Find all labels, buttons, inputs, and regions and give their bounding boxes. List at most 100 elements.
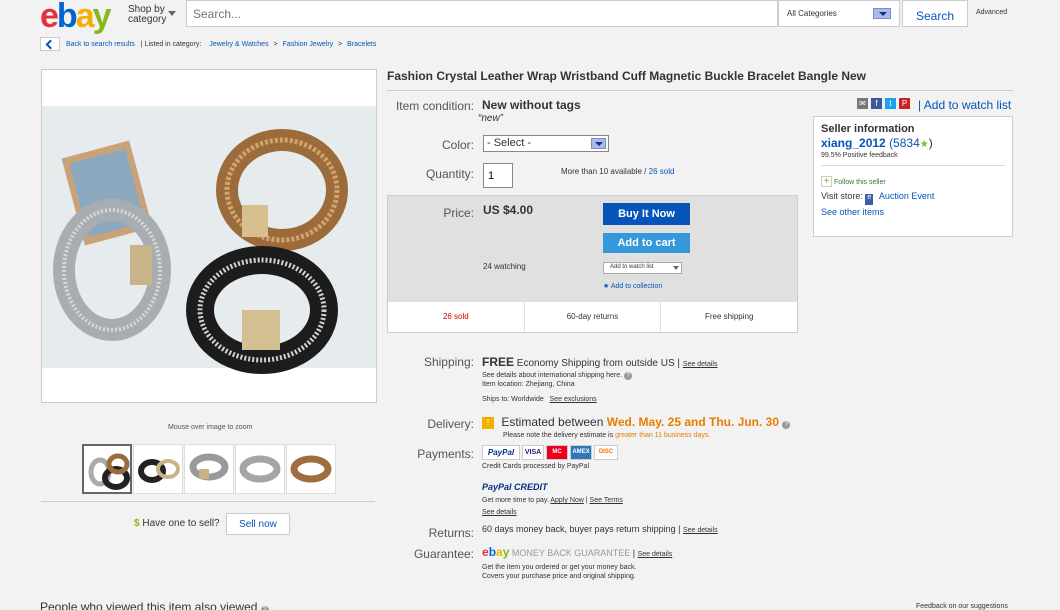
price-value: US $4.00 bbox=[483, 203, 534, 217]
logo-letter-y: y bbox=[502, 545, 510, 559]
seller-feedback: 99.5% Positive feedback bbox=[821, 152, 898, 159]
guarantee-info: ebay MONEY BACK GUARANTEE | See details bbox=[482, 545, 673, 559]
back-arrow-icon[interactable] bbox=[40, 37, 60, 51]
main-product-image[interactable] bbox=[41, 69, 377, 403]
seller-score-link[interactable]: (5834 bbox=[889, 136, 920, 150]
breadcrumb-fashion-jewelry[interactable]: Fashion Jewelry bbox=[283, 41, 334, 48]
logo-letter-b: b bbox=[56, 0, 78, 35]
delivery-dates: Wed. May. 25 and Thu. Jun. 30 bbox=[606, 415, 780, 429]
returns-see-details-link[interactable]: See details bbox=[683, 527, 718, 534]
thumbnail[interactable] bbox=[133, 444, 183, 494]
add-to-collection-link[interactable]: ★ Add to collection bbox=[603, 282, 662, 290]
see-other-items-link[interactable]: See other items bbox=[821, 207, 1005, 217]
add-to-watch-list-dropdown[interactable]: Add to watch list bbox=[603, 262, 682, 274]
feedback-on-suggestions-link[interactable]: Feedback on our suggestions bbox=[916, 603, 1008, 610]
color-select[interactable]: - Select - bbox=[483, 135, 609, 152]
buy-it-now-button[interactable]: Buy It Now bbox=[603, 203, 690, 225]
money-back-guarantee-badge: MONEY BACK GUARANTEE bbox=[511, 548, 631, 558]
visit-store-label: Visit store: bbox=[821, 191, 863, 201]
item-title: Fashion Crystal Leather Wrap Wristband C… bbox=[387, 69, 866, 83]
back-to-results-link[interactable]: Back to search results bbox=[66, 41, 135, 48]
bracelet-thumbnail-image bbox=[290, 455, 332, 483]
stat-returns: 60-day returns bbox=[525, 302, 662, 332]
share-icons: ✉ f t P bbox=[857, 98, 910, 109]
twitter-icon[interactable]: t bbox=[885, 98, 896, 109]
email-icon[interactable]: ✉ bbox=[857, 98, 868, 109]
paypal-credit-logo: PayPal CREDIT bbox=[482, 482, 548, 492]
shipping-label: Shipping: bbox=[423, 355, 474, 369]
returns-info: 60 days money back, buyer pays return sh… bbox=[482, 524, 718, 534]
store-icon: e bbox=[865, 194, 874, 205]
apply-now-link[interactable]: Apply Now bbox=[550, 497, 583, 504]
thumbnail[interactable] bbox=[235, 444, 285, 494]
plus-icon: + bbox=[821, 176, 832, 187]
returns-text: 60 days money back, buyer pays return sh… bbox=[482, 524, 676, 534]
availability-separator: / bbox=[641, 167, 649, 176]
logo-letter-b: b bbox=[488, 545, 497, 559]
search-button[interactable]: Search bbox=[902, 0, 968, 27]
also-viewed-label: People who viewed this item also viewed bbox=[40, 600, 258, 610]
paypal-logo: PayPal bbox=[482, 445, 520, 460]
bracelet-thumbnail-image bbox=[189, 453, 229, 481]
follow-seller-link[interactable]: + Follow this seller bbox=[821, 176, 1005, 187]
available-text: More than 10 available bbox=[561, 167, 642, 176]
logo-letter-y: y bbox=[92, 0, 112, 35]
have-one-to-sell: $ Have one to sell? bbox=[134, 518, 220, 529]
add-to-collection-label: Add to collection bbox=[610, 283, 663, 290]
breadcrumb-separator: > bbox=[273, 40, 278, 48]
advanced-search-link[interactable]: Advanced bbox=[976, 9, 1007, 16]
logo-letter-e: e bbox=[482, 545, 489, 559]
add-to-watch-list-link[interactable]: | Add to watch list bbox=[918, 98, 1011, 112]
add-to-watch-list-label: Add to watch list bbox=[610, 264, 654, 270]
delivery-estimate: ! Estimated between Wed. May. 25 and Thu… bbox=[482, 415, 791, 429]
breadcrumb-jewelry-watches[interactable]: Jewelry & Watches bbox=[209, 41, 268, 48]
store-name-link[interactable]: Auction Event bbox=[879, 191, 935, 201]
ebay-logo[interactable]: ebay bbox=[40, 0, 112, 35]
amex-logo: AMEX bbox=[570, 445, 592, 460]
thumbnail[interactable] bbox=[286, 444, 336, 494]
logo-letter-a: a bbox=[496, 545, 503, 559]
watching-count: 24 watching bbox=[483, 262, 526, 271]
visit-store-row: Visit store: e Auction Event bbox=[821, 191, 1005, 205]
see-terms-link[interactable]: See Terms bbox=[590, 497, 623, 504]
availability: More than 10 available / 26 sold bbox=[561, 167, 674, 176]
listed-in-label: | Listed in category: bbox=[140, 40, 202, 48]
sell-now-button[interactable]: Sell now bbox=[226, 513, 290, 535]
dollar-icon: $ bbox=[134, 518, 140, 529]
chevron-down-icon bbox=[873, 8, 891, 19]
ships-to: Ships to: Worldwide See exclusions bbox=[482, 396, 597, 403]
shipping-see-details-link[interactable]: See details bbox=[683, 361, 718, 368]
bracelet-image bbox=[42, 106, 376, 374]
shop-by-category-button[interactable]: Shop by category bbox=[128, 5, 178, 27]
stat-shipping: Free shipping bbox=[704, 312, 754, 321]
sold-count-link[interactable]: 26 sold bbox=[649, 167, 675, 176]
thumbnail[interactable] bbox=[82, 444, 132, 494]
intl-shipping-link[interactable]: See details about international shipping… bbox=[482, 372, 633, 380]
search-input[interactable] bbox=[186, 0, 778, 27]
logo-letter-e: e bbox=[40, 0, 59, 35]
category-select[interactable]: All Categories bbox=[778, 0, 900, 27]
see-exclusions-link[interactable]: See exclusions bbox=[550, 396, 597, 403]
guarantee-line-2: Covers your purchase price and original … bbox=[482, 573, 636, 580]
guarantee-see-details-link[interactable]: See details bbox=[638, 551, 673, 558]
color-select-value: - Select - bbox=[487, 137, 532, 149]
info-icon: ? bbox=[260, 606, 269, 610]
chevron-down-icon bbox=[591, 138, 606, 149]
add-to-cart-button[interactable]: Add to cart bbox=[603, 233, 690, 253]
condition-note: “new” bbox=[478, 113, 504, 124]
breadcrumb-bracelets[interactable]: Bracelets bbox=[347, 41, 376, 48]
info-icon: ? bbox=[782, 421, 791, 429]
returns-label: Returns: bbox=[428, 526, 474, 540]
pinterest-icon[interactable]: P bbox=[899, 98, 910, 109]
info-icon: ? bbox=[624, 372, 633, 380]
quantity-input[interactable] bbox=[483, 163, 513, 188]
divider bbox=[821, 165, 1005, 166]
ships-to-text: Ships to: Worldwide bbox=[482, 396, 544, 403]
seller-name-link[interactable]: xiang_2012 bbox=[821, 136, 886, 150]
thumbnail[interactable] bbox=[184, 444, 234, 494]
quantity-label: Quantity: bbox=[425, 167, 474, 181]
payment-methods: PayPal VISA MC AMEX DISC bbox=[482, 445, 618, 460]
facebook-icon[interactable]: f bbox=[871, 98, 882, 109]
payments-see-details-link[interactable]: See details bbox=[482, 509, 517, 516]
zoom-hint: Mouse over image to zoom bbox=[168, 424, 253, 431]
